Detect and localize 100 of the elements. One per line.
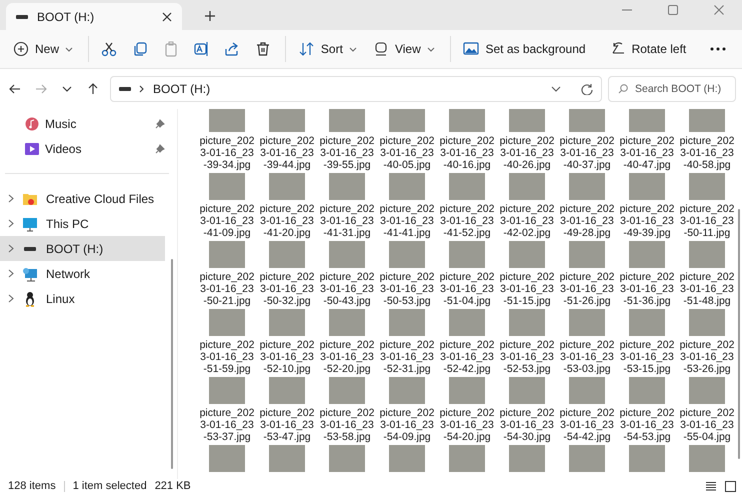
tree-item[interactable]: BOOT (H:)	[0, 236, 165, 261]
file-item[interactable]: picture_2023-01-16_23-50-43.jpg	[317, 241, 377, 309]
toolbar-menu-button[interactable]: New	[6, 34, 80, 64]
photo-placeholder	[329, 173, 365, 200]
file-item[interactable]: picture_2023-01-16_23-53-15.jpg	[617, 309, 677, 377]
file-item[interactable]: picture_2023-01-16_23-55-04.jpg	[677, 377, 737, 445]
tree-item[interactable]: Creative Cloud Files	[0, 186, 165, 211]
rename-icon	[193, 41, 210, 57]
path-segment[interactable]: BOOT (H:)	[153, 82, 543, 96]
file-item[interactable]: picture_2023-01-16_23-41-52.jpg	[437, 173, 497, 241]
file-item[interactable]: picture_2023-01-16_23-50-53.jpg	[377, 241, 437, 309]
file-item[interactable]: picture_2023-01-16_23-50-21.jpg	[197, 241, 257, 309]
file-item[interactable]: picture_2023-01-16_23-54-20.jpg	[437, 377, 497, 445]
chevron-right-icon	[8, 244, 14, 253]
file-item[interactable]: picture_2023-01-16_23-40-26.jpg	[497, 109, 557, 173]
file-item[interactable]: picture_2023-01-16_23-52-53.jpg	[497, 309, 557, 377]
drive-icon	[119, 87, 131, 91]
new-tab-icon	[204, 10, 216, 22]
file-item[interactable]: picture_2023-01-16_23-49-39.jpg	[617, 173, 677, 241]
file-item[interactable]: picture_2023-01-16_23-52-10.jpg	[257, 309, 317, 377]
photo-placeholder	[329, 109, 365, 132]
file-name: picture_2023-01-16_23-51-26.jpg	[558, 271, 616, 307]
file-item[interactable]: picture_2023-01-16_23-41-31.jpg	[317, 173, 377, 241]
file-name: picture_2023-01-16_23-50-11.jpg	[678, 203, 736, 239]
image-icon	[463, 41, 480, 57]
file-item[interactable]: picture_2023-01-16_23-40-05.jpg	[377, 109, 437, 173]
file-name: picture_2023-01-16_23-53-15.jpg	[618, 339, 676, 375]
file-item[interactable]: picture_2023-01-16_23-51-26.jpg	[557, 241, 617, 309]
file-item[interactable]: picture_2023-01-16_23-39-55.jpg	[317, 109, 377, 173]
file-name: picture_2023-01-16_23-41-41.jpg	[378, 203, 436, 239]
photo-placeholder	[629, 173, 665, 200]
view-icon	[372, 41, 389, 57]
file-item[interactable]: picture_2023-01-16_23-41-20.jpg	[257, 173, 317, 241]
toolbar-menu-button[interactable]: View	[366, 34, 442, 64]
file-item[interactable]: picture_2023-01-16_23-51-04.jpg	[437, 241, 497, 309]
file-item[interactable]: picture_2023-01-16_23-53-03.jpg	[557, 309, 617, 377]
file-item[interactable]: picture_2023-01-16_23-42-02.jpg	[497, 173, 557, 241]
back-icon	[9, 83, 21, 95]
tree-item[interactable]: Linux	[0, 286, 165, 311]
photo-placeholder	[269, 173, 305, 200]
file-name: picture_2023-01-16_23-41-09.jpg	[198, 203, 256, 239]
up-icon	[87, 83, 99, 95]
file-item[interactable]: picture_2023-01-16_23-52-31.jpg	[377, 309, 437, 377]
photo-placeholder	[389, 445, 425, 472]
tree-item[interactable]: Network	[0, 261, 165, 286]
address-bar[interactable]: BOOT (H:)	[110, 76, 602, 102]
file-item[interactable]: picture_2023-01-16_23-53-37.jpg	[197, 377, 257, 445]
chevron-right-icon	[139, 85, 145, 93]
file-name: picture_2023-01-16_23-39-34.jpg	[198, 135, 256, 171]
file-item[interactable]: picture_2023-01-16_23-39-44.jpg	[257, 109, 317, 173]
forward-icon	[35, 83, 47, 95]
file-item[interactable]: picture_2023-01-16_23-41-09.jpg	[197, 173, 257, 241]
file-item[interactable]: picture_2023-01-16_23-40-58.jpg	[677, 109, 737, 173]
file-item[interactable]: picture_2023-01-16_23-54-42.jpg	[557, 377, 617, 445]
window-tab[interactable]: BOOT (H:)	[6, 3, 182, 30]
photo-placeholder	[269, 445, 305, 472]
file-item[interactable]: picture_2023-01-16_23-52-42.jpg	[437, 309, 497, 377]
file-item[interactable]: picture_2023-01-16_23-54-30.jpg	[497, 377, 557, 445]
toolbar-button[interactable]: Rotate left	[602, 34, 694, 64]
photo-placeholder	[689, 241, 725, 268]
photo-placeholder	[269, 377, 305, 404]
toolbar-button[interactable]: Set as background	[456, 34, 593, 64]
file-item[interactable]: picture_2023-01-16_23-49-28.jpg	[557, 173, 617, 241]
photo-placeholder	[449, 173, 485, 200]
toolbar-menu-button[interactable]: Sort	[292, 34, 364, 64]
file-item[interactable]: picture_2023-01-16_23-39-34.jpg	[197, 109, 257, 173]
photo-placeholder	[689, 309, 725, 336]
file-item[interactable]: picture_2023-01-16_23-53-58.jpg	[317, 377, 377, 445]
file-item[interactable]: picture_2023-01-16_23-54-53.jpg	[617, 377, 677, 445]
file-name: picture_2023-01-16_23-52-53.jpg	[498, 339, 556, 375]
file-item[interactable]: picture_2023-01-16_23-54-09.jpg	[377, 377, 437, 445]
file-item[interactable]: picture_2023-01-16_23-51-36.jpg	[617, 241, 677, 309]
photo-placeholder	[509, 445, 545, 472]
file-item[interactable]: picture_2023-01-16_23-40-37.jpg	[557, 109, 617, 173]
file-name: picture_2023-01-16_23-53-47.jpg	[258, 407, 316, 443]
file-item[interactable]: picture_2023-01-16_23-51-15.jpg	[497, 241, 557, 309]
network-icon	[22, 266, 38, 282]
file-item[interactable]: picture_2023-01-16_23-53-47.jpg	[257, 377, 317, 445]
file-item[interactable]: picture_2023-01-16_23-53-26.jpg	[677, 309, 737, 377]
photo-placeholder	[689, 377, 725, 404]
file-item[interactable]: picture_2023-01-16_23-52-20.jpg	[317, 309, 377, 377]
photo-placeholder	[509, 309, 545, 336]
photo-placeholder	[449, 445, 485, 472]
file-item[interactable]: picture_2023-01-16_23-40-47.jpg	[617, 109, 677, 173]
tree-item[interactable]: This PC	[0, 211, 165, 236]
file-name: picture_2023-01-16_23-51-04.jpg	[438, 271, 496, 307]
file-item[interactable]: picture_2023-01-16_23-41-41.jpg	[377, 173, 437, 241]
quick-access-item[interactable]: Music	[0, 111, 177, 136]
file-item[interactable]: picture_2023-01-16_23-51-59.jpg	[197, 309, 257, 377]
search-field[interactable]: Search BOOT (H:)	[608, 76, 736, 102]
file-item[interactable]: picture_2023-01-16_23-51-48.jpg	[677, 241, 737, 309]
quick-access-item[interactable]: Videos	[0, 136, 177, 161]
file-item[interactable]: picture_2023-01-16_23-50-11.jpg	[677, 173, 737, 241]
video-icon	[25, 142, 39, 156]
file-name: picture_2023-01-16_23-53-37.jpg	[198, 407, 256, 443]
file-item[interactable]: picture_2023-01-16_23-50-32.jpg	[257, 241, 317, 309]
photo-placeholder	[569, 445, 605, 472]
file-item[interactable]: picture_2023-01-16_23-40-16.jpg	[437, 109, 497, 173]
file-name: picture_2023-01-16_23-51-48.jpg	[678, 271, 736, 307]
file-name: picture_2023-01-16_23-49-28.jpg	[558, 203, 616, 239]
